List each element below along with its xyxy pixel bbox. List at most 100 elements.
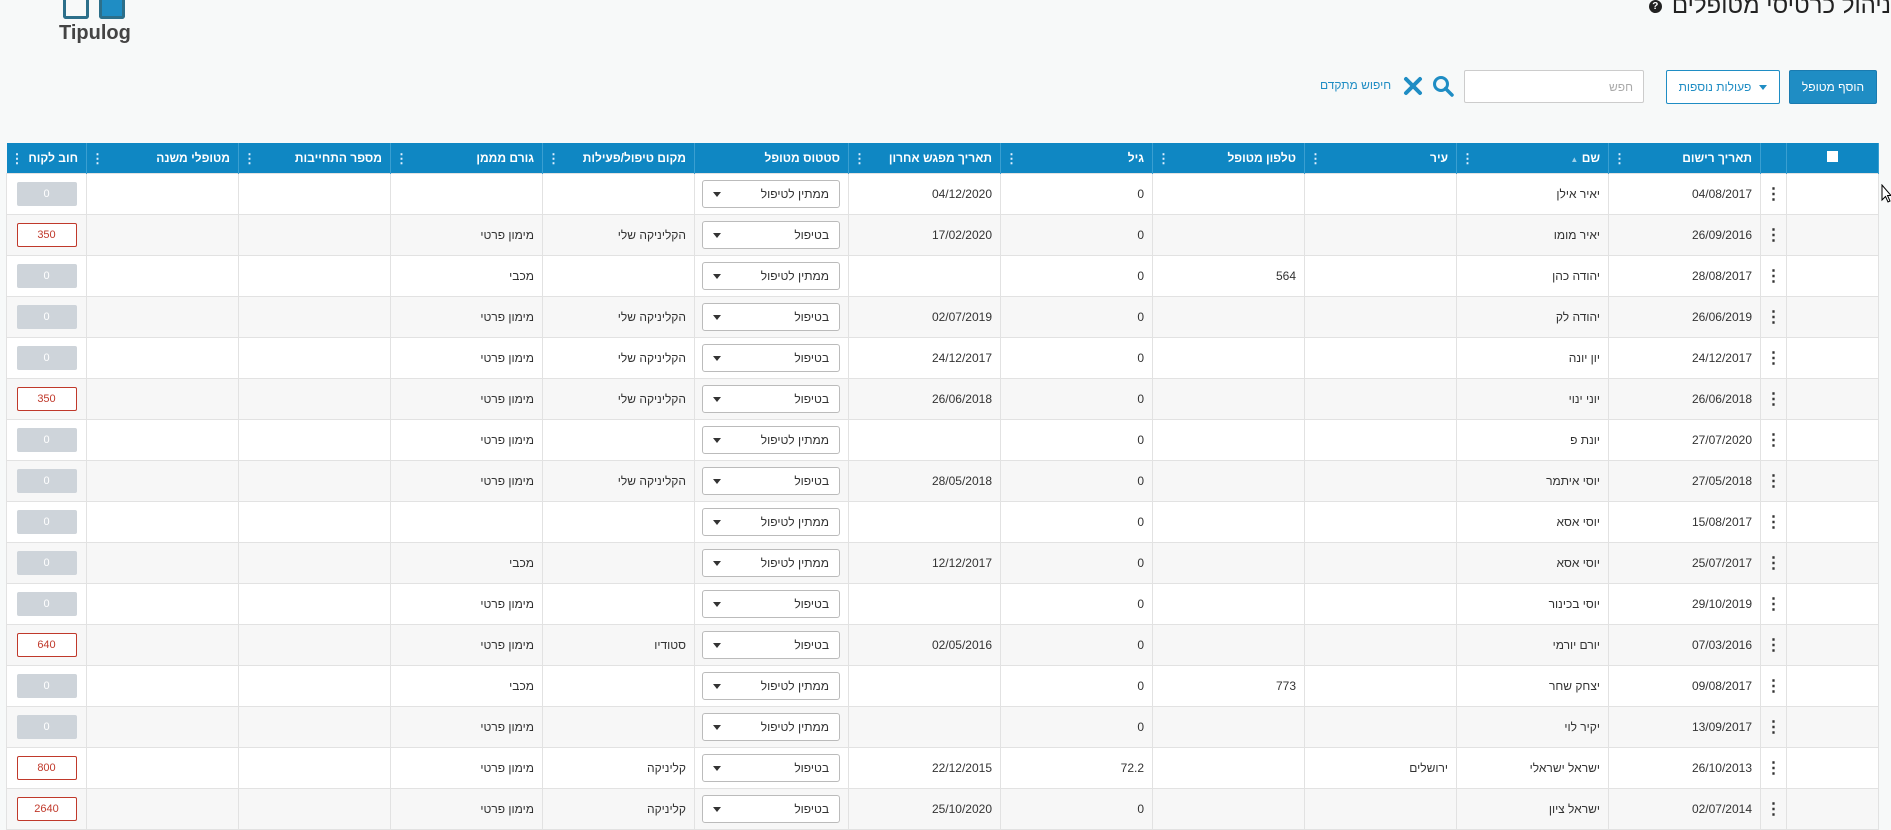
table-row[interactable]: ⋮ 02/07/2014 ישראל ציון 0 25/10/2020 בטיפול …: [6, 788, 1879, 830]
status-select[interactable]: ממתין לטיפול: [702, 549, 840, 577]
debt-badge[interactable]: 0: [16, 428, 77, 452]
row-menu-icon[interactable]: ⋮: [1760, 255, 1787, 297]
row-menu-icon[interactable]: ⋮: [1760, 501, 1787, 543]
table-row[interactable]: ⋮ 28/08/2017 יהודה כהן 564 0 ממתין לטיפול מכ…: [6, 255, 1879, 297]
column-header[interactable]: גיל ⋮: [1000, 143, 1153, 174]
status-select[interactable]: בטיפול: [702, 221, 840, 249]
row-select-cell[interactable]: [1786, 214, 1879, 256]
row-select-cell[interactable]: [1786, 665, 1879, 707]
row-menu-icon[interactable]: ⋮: [1760, 378, 1787, 420]
row-select-cell[interactable]: [1786, 296, 1879, 338]
status-select[interactable]: ממתין לטיפול: [702, 180, 840, 208]
row-select-cell[interactable]: [1786, 706, 1879, 748]
column-menu-icon[interactable]: ⋮: [1613, 151, 1626, 167]
debt-badge[interactable]: 2640: [16, 797, 77, 821]
column-header[interactable]: מקום טיפול/פעילות ⋮: [542, 143, 695, 174]
table-row[interactable]: ⋮ 29/10/2019 יוסי בכינור 0 בטיפול מימון פרט…: [6, 583, 1879, 625]
row-select-cell[interactable]: [1786, 419, 1879, 461]
table-row[interactable]: ⋮ 26/06/2019 יהודה לק 0 02/07/2019 בטיפול הק…: [6, 296, 1879, 338]
column-menu-icon[interactable]: ⋮: [1005, 151, 1018, 167]
debt-badge[interactable]: 0: [16, 469, 77, 493]
status-select[interactable]: ממתין לטיפול: [702, 508, 840, 536]
advanced-search-link[interactable]: חיפוש מתקדם: [1320, 78, 1391, 92]
row-menu-icon[interactable]: ⋮: [1760, 542, 1787, 584]
column-menu-icon[interactable]: ⋮: [395, 151, 408, 167]
row-menu-icon[interactable]: ⋮: [1760, 173, 1787, 215]
status-select[interactable]: בטיפול: [702, 754, 840, 782]
column-header[interactable]: טלפון מטופל ⋮: [1152, 143, 1305, 174]
row-menu-icon[interactable]: ⋮: [1760, 296, 1787, 338]
debt-badge[interactable]: 640: [16, 633, 77, 657]
debt-badge[interactable]: 0: [16, 264, 77, 288]
status-select[interactable]: בטיפול: [702, 795, 840, 823]
search-input[interactable]: [1464, 70, 1644, 103]
table-row[interactable]: ⋮ 26/06/2018 יוני ינוי 0 26/06/2018 בטיפול ה…: [6, 378, 1879, 420]
debt-badge[interactable]: 0: [16, 592, 77, 616]
column-header[interactable]: תאריך רישום ⋮: [1608, 143, 1761, 174]
column-menu-icon[interactable]: ⋮: [547, 151, 560, 167]
column-menu-icon[interactable]: ⋮: [1461, 151, 1474, 167]
column-header[interactable]: גורם מממן ⋮: [390, 143, 543, 174]
column-menu-icon[interactable]: ⋮: [243, 151, 256, 167]
row-select-cell[interactable]: [1786, 542, 1879, 584]
table-row[interactable]: ⋮ 25/07/2017 יוסי אסא 0 12/12/2017 ממתין לטי…: [6, 542, 1879, 584]
table-row[interactable]: ⋮ 27/05/2018 יוסי איתמר 0 28/05/2018 בטיפול …: [6, 460, 1879, 502]
column-header[interactable]: סטטוס מטופל: [694, 143, 849, 174]
column-header[interactable]: שם ▲ ⋮: [1456, 143, 1609, 174]
table-row[interactable]: ⋮ 26/10/2013 ישראל ישראלי ירושלים 72.2 22/12/…: [6, 747, 1879, 789]
help-icon[interactable]: ?: [1648, 0, 1662, 13]
row-menu-icon[interactable]: ⋮: [1760, 624, 1787, 666]
column-menu-icon[interactable]: ⋮: [1157, 151, 1170, 167]
status-select[interactable]: ממתין לטיפול: [702, 713, 840, 741]
more-actions-dropdown[interactable]: פעולות נוספות: [1666, 70, 1780, 104]
row-select-cell[interactable]: [1786, 378, 1879, 420]
row-menu-icon[interactable]: ⋮: [1760, 214, 1787, 256]
debt-badge[interactable]: 0: [16, 346, 77, 370]
search-icon[interactable]: [1432, 75, 1454, 97]
status-select[interactable]: בטיפול: [702, 303, 840, 331]
table-row[interactable]: ⋮ 27/07/2020 יונת פ 0 ממתין לטיפול מימון פר…: [6, 419, 1879, 461]
table-row[interactable]: ⋮ 09/08/2017 יצחק שחר 773 0 ממתין לטיפול מכב…: [6, 665, 1879, 707]
table-row[interactable]: ⋮ 26/09/2016 יאיר מומו 0 17/02/2020 בטיפול ה…: [6, 214, 1879, 256]
debt-badge[interactable]: 0: [16, 510, 77, 534]
row-menu-icon[interactable]: ⋮: [1760, 665, 1787, 707]
debt-badge[interactable]: 0: [16, 305, 77, 329]
debt-badge[interactable]: 0: [16, 715, 77, 739]
row-select-cell[interactable]: [1786, 583, 1879, 625]
debt-badge[interactable]: 0: [16, 674, 77, 698]
row-select-cell[interactable]: [1786, 624, 1879, 666]
table-row[interactable]: ⋮ 04/08/2017 יאיר אילן 0 04/12/2020 ממתין לט…: [6, 173, 1879, 215]
row-menu-icon[interactable]: ⋮: [1760, 583, 1787, 625]
debt-badge[interactable]: 0: [16, 551, 77, 575]
row-select-cell[interactable]: [1786, 255, 1879, 297]
row-select-cell[interactable]: [1786, 460, 1879, 502]
column-header[interactable]: מטופלי משנה ⋮: [86, 143, 239, 174]
row-menu-icon[interactable]: ⋮: [1760, 419, 1787, 461]
status-select[interactable]: בטיפול: [702, 385, 840, 413]
row-menu-icon[interactable]: ⋮: [1760, 460, 1787, 502]
select-all-checkbox[interactable]: [1786, 143, 1879, 174]
status-select[interactable]: בטיפול: [702, 631, 840, 659]
column-header[interactable]: תאריך מפגש אחרון ⋮: [848, 143, 1001, 174]
table-row[interactable]: ⋮ 13/09/2017 יקיר לוי 0 ממתין לטיפול מימון …: [6, 706, 1879, 748]
column-header[interactable]: מספר התחייבות ⋮: [238, 143, 391, 174]
row-select-cell[interactable]: [1786, 337, 1879, 379]
row-menu-icon[interactable]: ⋮: [1760, 788, 1787, 830]
status-select[interactable]: בטיפול: [702, 590, 840, 618]
debt-badge[interactable]: 350: [16, 387, 77, 411]
close-icon[interactable]: [1402, 75, 1424, 97]
debt-badge[interactable]: 350: [16, 223, 77, 247]
table-row[interactable]: ⋮ 07/03/2016 יורם יורמי 0 02/05/2016 בטיפול …: [6, 624, 1879, 666]
status-select[interactable]: ממתין לטיפול: [702, 672, 840, 700]
table-row[interactable]: ⋮ 24/12/2017 יון יונה 0 24/12/2017 בטיפול הק…: [6, 337, 1879, 379]
row-menu-icon[interactable]: ⋮: [1760, 747, 1787, 789]
row-select-cell[interactable]: [1786, 173, 1879, 215]
column-header[interactable]: עיר ⋮: [1304, 143, 1457, 174]
status-select[interactable]: ממתין לטיפול: [702, 262, 840, 290]
column-menu-icon[interactable]: ⋮: [1309, 151, 1322, 167]
column-menu-icon[interactable]: ⋮: [853, 151, 866, 167]
table-row[interactable]: ⋮ 15/08/2017 יוסי אסא 0 ממתין לטיפול 0: [6, 501, 1879, 543]
debt-badge[interactable]: 800: [16, 756, 77, 780]
status-select[interactable]: בטיפול: [702, 344, 840, 372]
row-select-cell[interactable]: [1786, 501, 1879, 543]
